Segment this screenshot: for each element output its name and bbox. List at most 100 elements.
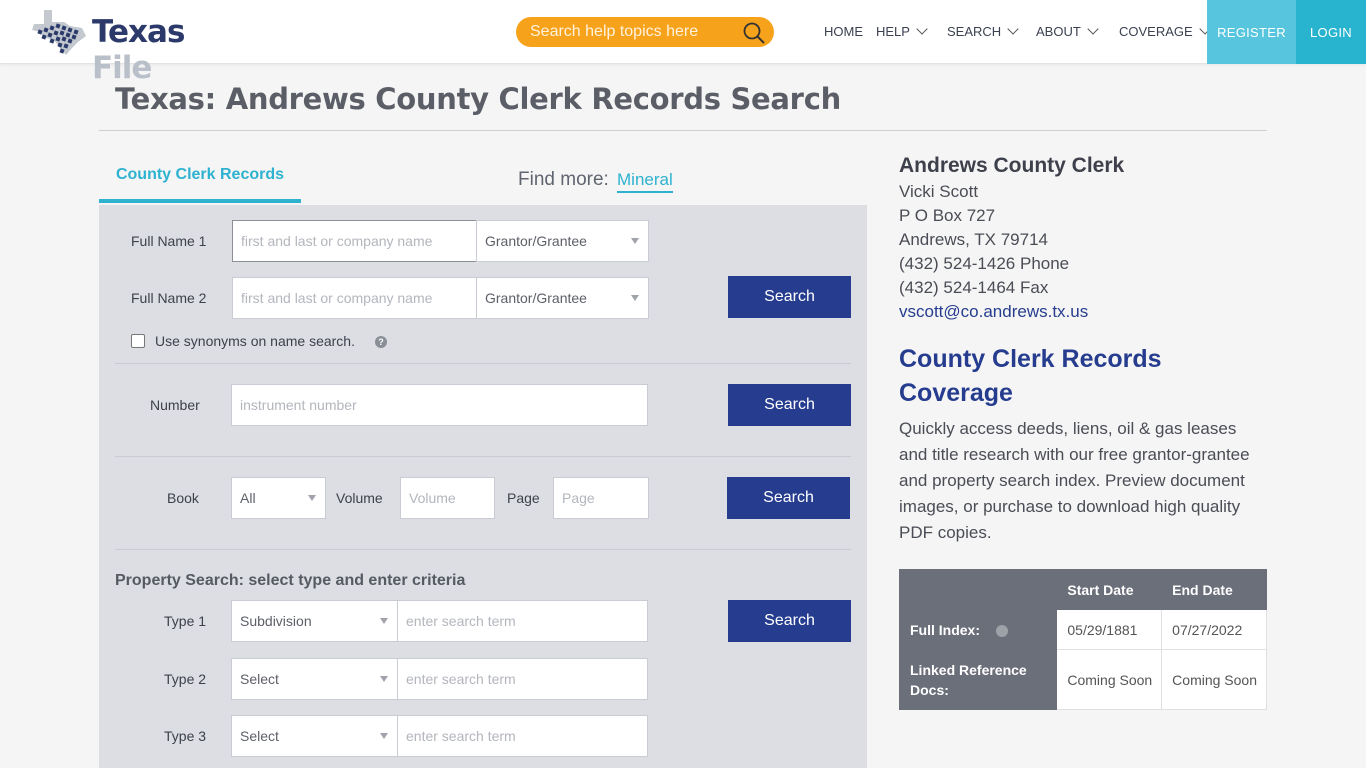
property-type-2-value: Select	[240, 671, 279, 687]
search-form-panel: Full Name 1 Grantor/Grantee Full Name 2 …	[99, 205, 867, 768]
caret-down-icon	[380, 733, 388, 739]
clerk-fax: (432) 524-1464 Fax	[899, 278, 1049, 297]
party-type-select-1[interactable]: Grantor/Grantee	[476, 220, 649, 262]
number-search-button[interactable]: Search	[728, 384, 851, 426]
clerk-name: Vicki Scott	[899, 182, 979, 201]
tab-county-clerk-records[interactable]: County Clerk Records	[99, 158, 301, 203]
caret-down-icon	[380, 618, 388, 624]
property-type-1-value: Subdivision	[240, 613, 312, 629]
title-divider	[99, 130, 1267, 131]
synonyms-label: Use synonyms on name search.	[155, 333, 355, 349]
find-more-mineral-link[interactable]: Mineral	[617, 170, 673, 193]
property-type-1-select[interactable]: Subdivision	[231, 600, 398, 642]
instrument-number-input[interactable]	[231, 384, 648, 426]
search-icon[interactable]	[742, 21, 766, 45]
property-type-2-select[interactable]: Select	[231, 658, 398, 700]
coverage-table-header: Start Date End Date	[898, 569, 1267, 610]
nav-home-label: HOME	[824, 24, 863, 39]
clerk-email-link[interactable]: vscott@co.andrews.tx.us	[899, 300, 1269, 324]
chevron-down-icon	[916, 23, 928, 35]
logo-word-texas: Texas	[92, 14, 185, 50]
login-button[interactable]: LOGIN	[1296, 0, 1366, 64]
linked-docs-start: Coming Soon	[1056, 649, 1163, 710]
full-name-1-label: Full Name 1	[131, 233, 207, 249]
coverage-description: Quickly access deeds, liens, oil & gas l…	[899, 419, 1250, 542]
coverage-table: Start Date End Date Full Index: 05/29/18…	[898, 569, 1267, 710]
table-row: Full Index: 05/29/1881 07/27/2022	[898, 609, 1267, 650]
coverage-header-blank	[898, 569, 1058, 610]
synonyms-checkbox[interactable]	[131, 334, 145, 348]
page-input[interactable]	[553, 477, 649, 519]
party-type-select-2[interactable]: Grantor/Grantee	[476, 277, 649, 319]
coverage-header-start: Start Date	[1056, 569, 1163, 610]
property-term-3-input[interactable]	[397, 715, 648, 757]
book-search-button[interactable]: Search	[727, 477, 850, 519]
help-icon[interactable]: ?	[375, 336, 387, 348]
full-index-label: Full Index:	[898, 609, 1058, 650]
page-title: Texas: Andrews County Clerk Records Sear…	[115, 82, 841, 116]
linked-docs-label: Linked Reference Docs:	[898, 649, 1058, 710]
property-type-3-select[interactable]: Select	[231, 715, 398, 757]
page-label: Page	[507, 490, 540, 506]
property-term-2-input[interactable]	[397, 658, 648, 700]
property-search-button[interactable]: Search	[728, 600, 851, 642]
coverage-title: County Clerk Records Coverage	[899, 345, 1162, 407]
party-type-select-2-value: Grantor/Grantee	[485, 290, 587, 306]
help-search-bar	[516, 17, 774, 47]
volume-input[interactable]	[400, 477, 495, 519]
nav-coverage[interactable]: COVERAGE	[1119, 23, 1211, 39]
caret-down-icon	[631, 295, 639, 301]
property-search-heading: Property Search: select type and enter c…	[115, 572, 466, 589]
caret-down-icon	[631, 238, 639, 244]
help-search-input[interactable]	[530, 21, 730, 43]
texas-file-logo[interactable]: Texas File	[30, 8, 235, 86]
clerk-address-2: Andrews, TX 79714	[899, 230, 1048, 249]
section-divider	[115, 363, 851, 364]
info-icon[interactable]	[996, 624, 1008, 637]
property-type-3-value: Select	[240, 728, 279, 744]
type-3-label: Type 3	[164, 728, 207, 744]
book-label: Book	[167, 490, 199, 506]
book-select-value: All	[240, 490, 256, 506]
party-type-select-1-value: Grantor/Grantee	[485, 233, 587, 249]
find-more-label: Find more:	[518, 169, 609, 190]
clerk-phone: (432) 524-1426 Phone	[899, 254, 1070, 273]
full-index-start: 05/29/1881	[1056, 609, 1163, 650]
section-divider	[115, 549, 851, 550]
linked-docs-end: Coming Soon	[1161, 649, 1267, 710]
type-2-label: Type 2	[164, 671, 207, 687]
property-term-1-input[interactable]	[397, 600, 648, 642]
caret-down-icon	[380, 676, 388, 682]
site-header: Texas File HOME HELP SEARCH ABOUT COVERA…	[0, 0, 1366, 86]
nav-about-label: ABOUT	[1036, 24, 1081, 39]
full-name-2-label: Full Name 2	[131, 290, 207, 306]
full-name-1-input[interactable]	[232, 220, 477, 262]
nav-help[interactable]: HELP	[876, 23, 928, 39]
name-search-button[interactable]: Search	[728, 276, 851, 318]
clerk-title: Andrews County Clerk	[899, 154, 1125, 177]
full-index-label-text: Full Index:	[910, 621, 980, 638]
section-divider	[115, 456, 851, 457]
clerk-info-sidebar: Andrews County Clerk Vicki Scott P O Box…	[899, 152, 1269, 542]
full-index-end: 07/27/2022	[1161, 609, 1267, 650]
nav-search-label: SEARCH	[947, 24, 1002, 39]
logo-word-file: File	[92, 50, 152, 86]
number-label: Number	[150, 397, 200, 413]
chevron-down-icon	[1087, 23, 1099, 35]
chevron-down-icon	[1007, 23, 1019, 35]
table-row: Linked Reference Docs: Coming Soon Comin…	[898, 649, 1267, 710]
full-name-2-input[interactable]	[232, 277, 477, 319]
nav-about[interactable]: ABOUT	[1036, 23, 1099, 39]
clerk-address-1: P O Box 727	[899, 206, 996, 225]
book-select[interactable]: All	[231, 477, 326, 519]
register-button[interactable]: REGISTER	[1207, 0, 1296, 64]
type-1-label: Type 1	[164, 613, 207, 629]
caret-down-icon	[308, 495, 316, 501]
coverage-header-end: End Date	[1161, 569, 1267, 610]
nav-home[interactable]: HOME	[824, 24, 863, 39]
logo-wordmark: Texas File	[92, 14, 235, 86]
volume-label: Volume	[336, 490, 383, 506]
nav-search[interactable]: SEARCH	[947, 23, 1019, 39]
nav-help-label: HELP	[876, 24, 910, 39]
nav-coverage-label: COVERAGE	[1119, 24, 1193, 39]
